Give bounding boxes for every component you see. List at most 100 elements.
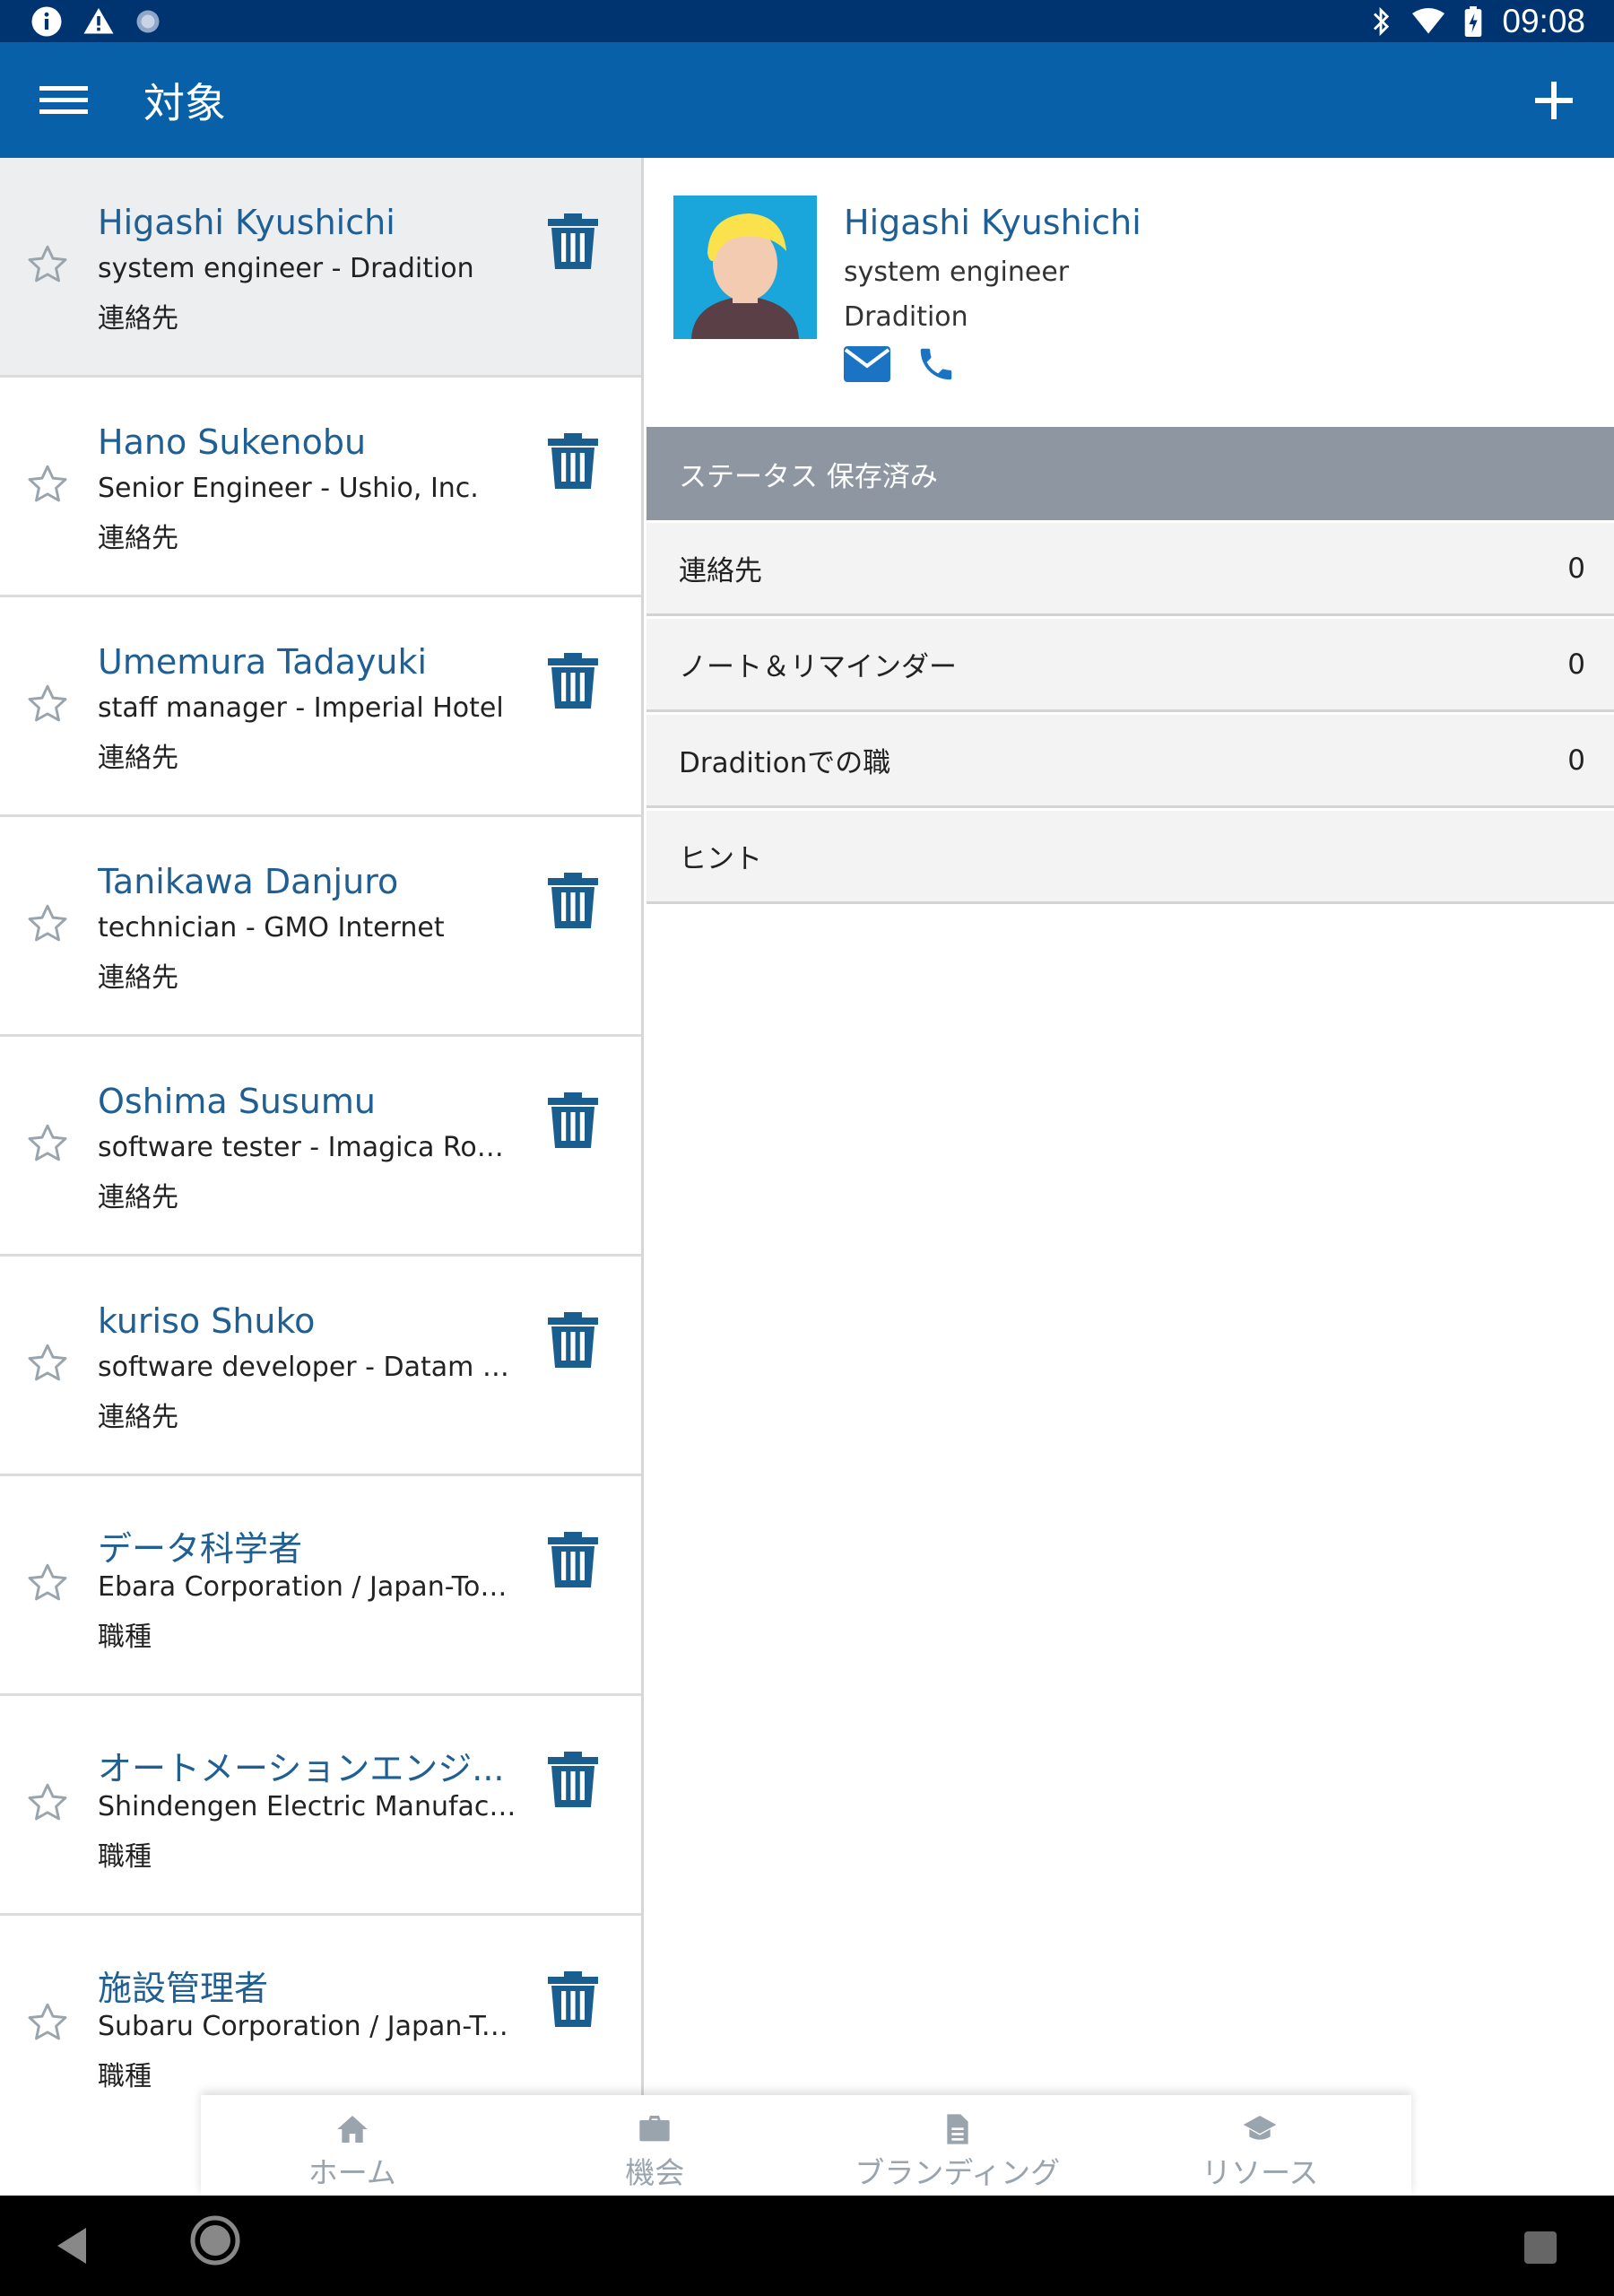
contact-type: 連絡先 — [98, 1182, 178, 1213]
contact-subtitle: software developer - Datam Poly... — [98, 1352, 519, 1383]
contact-type: 職種 — [98, 2061, 152, 2092]
list-item[interactable]: Hano Sukenobu Senior Engineer - Ushio, I… — [0, 378, 641, 597]
contact-subtitle: Subaru Corporation / Japan-Toky... — [98, 2011, 519, 2042]
contact-subtitle: Ebara Corporation / Japan-Tokyo- — [98, 1571, 519, 1603]
row-label: 連絡先 — [679, 555, 762, 587]
contact-name: Tanikawa Danjuro — [98, 862, 399, 901]
contact-list: Higashi Kyushichi system engineer - Drad… — [0, 158, 644, 2095]
trash-icon[interactable] — [548, 653, 598, 710]
row-count: 0 — [1567, 744, 1585, 777]
nav-label: ブランディング — [855, 2155, 1061, 2190]
nav-label: ホーム — [308, 2155, 396, 2190]
back-icon[interactable] — [54, 2226, 90, 2266]
contacts-row[interactable]: 連絡先 0 — [646, 523, 1614, 616]
list-item[interactable]: Oshima Susumu software tester - Imagica … — [0, 1037, 641, 1257]
detail-role: system engineer — [844, 257, 1070, 288]
star-icon[interactable] — [25, 682, 70, 726]
list-item[interactable]: kuriso Shuko software developer - Datam … — [0, 1257, 641, 1476]
contact-detail-panel: Higashi Kyushichi system engineer Dradit… — [646, 158, 1614, 2095]
avatar — [673, 196, 817, 339]
trash-icon[interactable] — [548, 873, 598, 930]
jobs-row[interactable]: Draditionでの職 0 — [646, 715, 1614, 808]
system-navigation-bar — [0, 2196, 1614, 2296]
contact-name: Higashi Kyushichi — [98, 203, 395, 242]
contact-name: オートメーションエンジ... — [98, 1749, 505, 1788]
home-icon — [337, 2116, 368, 2143]
star-icon[interactable] — [25, 242, 70, 287]
detail-name: Higashi Kyushichi — [844, 203, 1141, 242]
app-bar: 対象 — [0, 42, 1614, 158]
list-item[interactable]: Umemura Tadayuki staff manager - Imperia… — [0, 597, 641, 817]
star-icon[interactable] — [25, 901, 70, 946]
contact-type: 職種 — [98, 1622, 152, 1653]
contact-name: 施設管理者 — [98, 1969, 269, 2008]
nav-branding[interactable]: ブランディング — [806, 2095, 1109, 2196]
page-title: 対象 — [143, 78, 226, 127]
bluetooth-icon — [1374, 6, 1390, 36]
trash-icon[interactable] — [548, 1312, 598, 1370]
nav-label: リソース — [1202, 2155, 1319, 2190]
contact-name: kuriso Shuko — [98, 1301, 316, 1341]
star-icon[interactable] — [25, 2000, 70, 2045]
clock: 09:08 — [1502, 2, 1585, 39]
warning-icon — [83, 7, 114, 33]
list-item[interactable]: Higashi Kyushichi system engineer - Drad… — [0, 158, 641, 378]
status-row: ステータス 保存済み — [646, 427, 1614, 520]
notes-reminders-row[interactable]: ノート＆リマインダー 0 — [646, 619, 1614, 712]
status-bar: 09:08 — [0, 0, 1614, 42]
document-icon — [947, 2114, 968, 2144]
star-icon[interactable] — [25, 1341, 70, 1386]
trash-icon[interactable] — [548, 1092, 598, 1150]
contact-type: 連絡先 — [98, 962, 178, 994]
nav-resources[interactable]: リソース — [1109, 2095, 1412, 2196]
list-item[interactable]: データ科学者 Ebara Corporation / Japan-Tokyo- … — [0, 1476, 641, 1696]
hamburger-menu-icon[interactable] — [39, 83, 88, 118]
info-icon — [31, 6, 62, 36]
contact-type: 職種 — [98, 1841, 152, 1873]
contact-name: Oshima Susumu — [98, 1082, 376, 1121]
contact-name: データ科学者 — [98, 1529, 303, 1569]
contact-type: 連絡先 — [98, 1402, 178, 1433]
graduation-cap-icon — [1243, 2116, 1277, 2140]
contact-subtitle: Senior Engineer - Ushio, Inc. — [98, 473, 479, 504]
contact-subtitle: Shindengen Electric Manufacturi... — [98, 1791, 519, 1822]
trash-icon[interactable] — [548, 1532, 598, 1589]
row-label: Draditionでの職 — [679, 747, 891, 779]
list-item[interactable]: 施設管理者 Subaru Corporation / Japan-Toky...… — [0, 1916, 641, 2095]
email-icon[interactable] — [844, 346, 890, 382]
bottom-navigation: ホーム 機会 ブランディング リソース — [201, 2095, 1411, 2196]
contact-type: 連絡先 — [98, 303, 178, 335]
hints-row[interactable]: ヒント — [646, 811, 1614, 904]
contact-name: Umemura Tadayuki — [98, 642, 428, 682]
contact-subtitle: staff manager - Imperial Hotel — [98, 692, 504, 724]
list-item[interactable]: Tanikawa Danjuro technician - GMO Intern… — [0, 817, 641, 1037]
nav-opportunities[interactable]: 機会 — [504, 2095, 807, 2196]
row-label: ヒント — [679, 843, 762, 875]
row-count: 0 — [1567, 648, 1585, 681]
contact-name: Hano Sukenobu — [98, 422, 367, 462]
contact-subtitle: system engineer - Dradition — [98, 253, 474, 284]
briefcase-icon — [639, 2116, 670, 2142]
trash-icon[interactable] — [548, 1971, 598, 2029]
home-button-icon[interactable] — [190, 2215, 240, 2266]
star-icon[interactable] — [25, 1561, 70, 1605]
phone-icon[interactable] — [915, 344, 957, 385]
list-item[interactable]: オートメーションエンジ... Shindengen Electric Manuf… — [0, 1696, 641, 1916]
add-icon[interactable] — [1533, 80, 1575, 121]
contact-subtitle: software tester - Imagica Robot ... — [98, 1132, 519, 1163]
row-label: ノート＆リマインダー — [679, 651, 957, 683]
star-icon[interactable] — [25, 1780, 70, 1825]
star-icon[interactable] — [25, 462, 70, 507]
nav-home[interactable]: ホーム — [201, 2095, 504, 2196]
recent-apps-icon[interactable] — [1524, 2231, 1557, 2264]
row-count: 0 — [1567, 552, 1585, 585]
trash-icon[interactable] — [548, 433, 598, 491]
battery-icon — [1465, 5, 1482, 37]
contact-type: 連絡先 — [98, 523, 178, 554]
contact-subtitle: technician - GMO Internet — [98, 912, 445, 944]
star-icon[interactable] — [25, 1121, 70, 1166]
nav-label: 機会 — [625, 2155, 685, 2190]
trash-icon[interactable] — [548, 1752, 598, 1809]
detail-company: Dradition — [844, 301, 968, 333]
trash-icon[interactable] — [548, 213, 598, 271]
